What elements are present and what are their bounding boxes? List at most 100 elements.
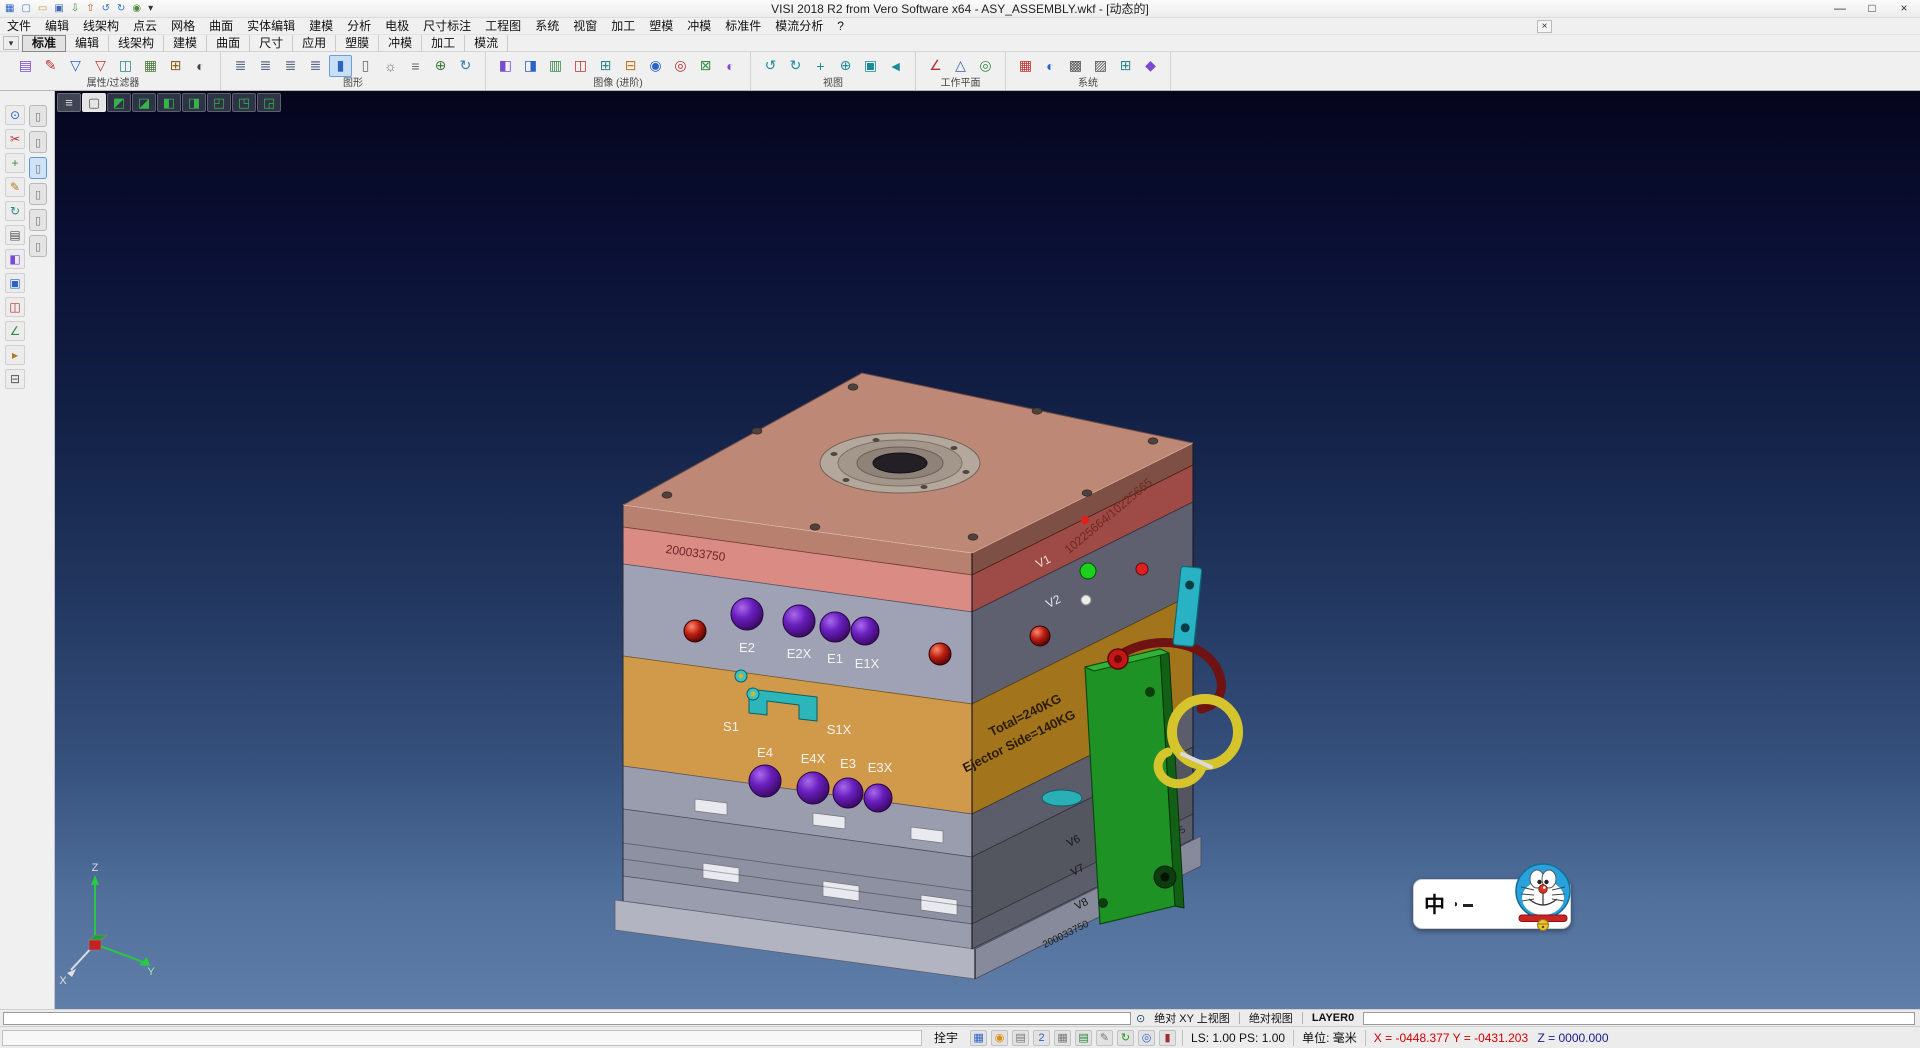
menu-item[interactable]: 编辑: [38, 18, 76, 35]
clipboard-slot-2-icon[interactable]: ▯: [29, 131, 47, 153]
toolbar-tab[interactable]: 模流: [465, 35, 508, 52]
view-cube-top-icon[interactable]: ◩: [107, 93, 131, 112]
tab-overflow-button[interactable]: ▾: [3, 36, 19, 50]
image-section-icon[interactable]: ◫: [569, 55, 592, 77]
clipboard-slot-5-icon[interactable]: ▯: [29, 209, 47, 231]
menu-item[interactable]: 电极: [378, 18, 416, 35]
graphics-cylinder-3-icon[interactable]: ≣: [304, 55, 327, 77]
clipboard-slot-6-icon[interactable]: ▯: [29, 235, 47, 257]
document-close-button[interactable]: ×: [1537, 20, 1552, 33]
print-tool-icon[interactable]: ⊟: [5, 369, 25, 389]
save-icon[interactable]: ▣: [52, 2, 65, 16]
toolbar-tab[interactable]: 应用: [293, 35, 336, 52]
mirror-tool-icon[interactable]: ◫: [5, 297, 25, 317]
menu-item[interactable]: 曲面: [202, 18, 240, 35]
menu-item[interactable]: 系统: [528, 18, 566, 35]
menu-item[interactable]: 分析: [340, 18, 378, 35]
ime-moon-icon[interactable]: ◑: [1452, 899, 1458, 910]
clipboard-slot-4-icon[interactable]: ▯: [29, 183, 47, 205]
menu-item[interactable]: 塑模: [642, 18, 680, 35]
status-pen-icon[interactable]: ✎: [1096, 1030, 1113, 1046]
status-doc-icon[interactable]: ▤: [1012, 1030, 1029, 1046]
command-input[interactable]: [1363, 1012, 1915, 1025]
flag-tool-icon[interactable]: ▸: [5, 345, 25, 365]
system-globe-icon[interactable]: ◐: [1039, 55, 1062, 77]
coordinate-input[interactable]: [3, 1012, 1131, 1025]
graphics-list-icon[interactable]: ≣: [229, 55, 252, 77]
quick-access-dropdown-icon[interactable]: ▾: [146, 2, 155, 16]
view-zoom-icon[interactable]: ⊕: [834, 55, 857, 77]
visibility-filter-icon[interactable]: ◐: [189, 55, 212, 77]
filter-blue-icon[interactable]: ▽: [64, 55, 87, 77]
graphics-cylinder-2-icon[interactable]: ≣: [279, 55, 302, 77]
view-fit-icon[interactable]: ▣: [859, 55, 882, 77]
view-cube-iso-icon[interactable]: ◰: [207, 93, 231, 112]
menu-item[interactable]: 线架构: [76, 18, 126, 35]
new-file-icon[interactable]: ▢: [19, 2, 32, 16]
attributes-icon[interactable]: ▤: [14, 55, 37, 77]
menu-item[interactable]: 点云: [126, 18, 164, 35]
rotate-tool-icon[interactable]: ↻: [5, 201, 25, 221]
view-rotate-icon[interactable]: ↻: [784, 55, 807, 77]
graphics-active-layer-icon[interactable]: ▮: [329, 55, 352, 77]
view-cube-iso2-icon[interactable]: ◳: [232, 93, 256, 112]
status-sheet-icon[interactable]: ▤: [1075, 1030, 1092, 1046]
view-previous-icon[interactable]: ◄: [884, 55, 907, 77]
graphics-db-add-icon[interactable]: ⊕: [429, 55, 452, 77]
graphics-doc-settings-icon[interactable]: ☼: [379, 55, 402, 77]
sketch-tool-icon[interactable]: ✎: [5, 177, 25, 197]
attribute-paint-icon[interactable]: ✎: [39, 55, 62, 77]
image-hidden-line-icon[interactable]: ▥: [544, 55, 567, 77]
toolbar-tab[interactable]: 建模: [164, 35, 207, 52]
system-grid-icon[interactable]: ▩: [1064, 55, 1087, 77]
open-file-icon[interactable]: ▭: [36, 2, 49, 16]
toolbar-tab[interactable]: 冲模: [379, 35, 422, 52]
menu-item[interactable]: 加工: [604, 18, 642, 35]
zoom-tool-icon[interactable]: ⊙: [5, 105, 25, 125]
system-snap-icon[interactable]: ▨: [1089, 55, 1112, 77]
toolbar-tab[interactable]: 尺寸: [250, 35, 293, 52]
filter-red-icon[interactable]: ▽: [89, 55, 112, 77]
capture-icon[interactable]: ◉: [130, 2, 143, 16]
image-shade-icon[interactable]: ◧: [494, 55, 517, 77]
viewport-menu-icon[interactable]: ≡: [57, 93, 81, 112]
mask-filter-icon[interactable]: ⊞: [164, 55, 187, 77]
minimize-button[interactable]: —: [1824, 0, 1856, 18]
surface-tool-icon[interactable]: ◧: [5, 249, 25, 269]
status-help-icon[interactable]: 2: [1033, 1030, 1050, 1046]
menu-item[interactable]: 文件: [0, 18, 38, 35]
viewport-3d[interactable]: ≡▢◩◪◧◨◰◳◲: [55, 91, 1920, 1009]
measure-tool-icon[interactable]: ∠: [5, 321, 25, 341]
view-cube-right-icon[interactable]: ◨: [182, 93, 206, 112]
maximize-button[interactable]: □: [1856, 0, 1888, 18]
menu-item[interactable]: 工程图: [478, 18, 528, 35]
snap-mode-button[interactable]: 拴宇: [928, 1029, 964, 1046]
graphics-doc-icon[interactable]: ▯: [354, 55, 377, 77]
status-grid-icon[interactable]: ▦: [970, 1030, 987, 1046]
workplane-create-icon[interactable]: ∠: [924, 55, 947, 77]
toolbar-tab[interactable]: 塑膜: [336, 35, 379, 52]
redo-icon[interactable]: ↻: [115, 2, 127, 16]
view-cube-iso3-icon[interactable]: ◲: [257, 93, 281, 112]
export-icon[interactable]: ⇧: [84, 2, 96, 16]
layers-tool-icon[interactable]: ▤: [5, 225, 25, 245]
system-info-icon[interactable]: ◆: [1139, 55, 1162, 77]
workplane-origin-icon[interactable]: ◎: [974, 55, 997, 77]
toolbar-tab[interactable]: 加工: [422, 35, 465, 52]
menu-item[interactable]: 标准件: [718, 18, 768, 35]
menu-item[interactable]: 视窗: [566, 18, 604, 35]
absolute-view-label[interactable]: 绝对视图: [1245, 1010, 1297, 1026]
status-marker-icon[interactable]: ▮: [1159, 1030, 1176, 1046]
toolbar-tab[interactable]: 编辑: [66, 35, 109, 52]
menu-item[interactable]: 网格: [164, 18, 202, 35]
ime-mode-indicator[interactable]: 中: [1424, 889, 1445, 919]
view-cube-left-icon[interactable]: ◧: [157, 93, 181, 112]
solid-tool-icon[interactable]: ▣: [5, 273, 25, 293]
system-color-table-icon[interactable]: ▦: [1014, 55, 1037, 77]
image-quality-icon[interactable]: ⊞: [594, 55, 617, 77]
image-transparency-icon[interactable]: ⊠: [694, 55, 717, 77]
toolbar-tab[interactable]: 标准: [22, 35, 66, 52]
graphics-cylinder-icon[interactable]: ≣: [254, 55, 277, 77]
clipboard-slot-3-icon[interactable]: ▯: [29, 157, 47, 179]
clipboard-slot-1-icon[interactable]: ▯: [29, 105, 47, 127]
